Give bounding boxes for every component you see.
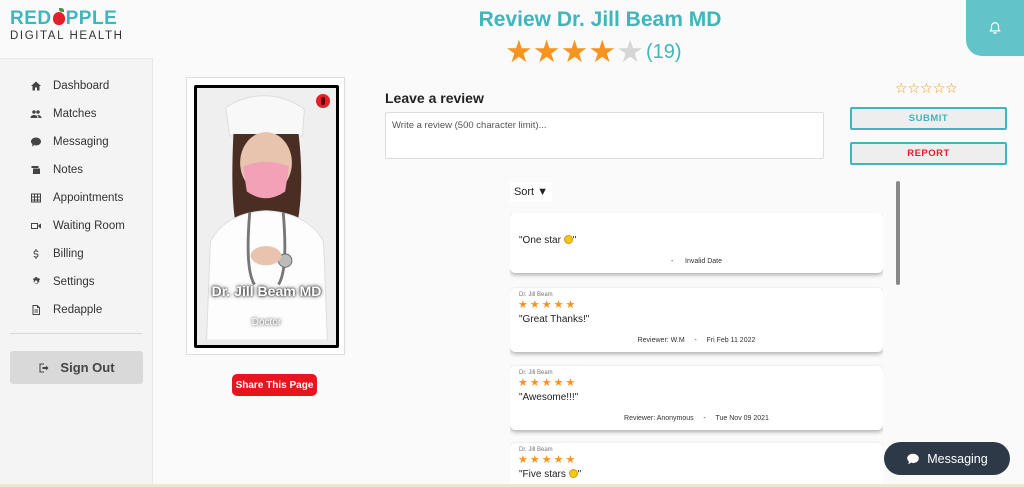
chat-icon <box>907 453 920 464</box>
dollar-icon <box>33 249 39 259</box>
logo-tagline: DIGITAL HEALTH <box>10 30 124 42</box>
emoji-icon <box>563 235 573 244</box>
sidebar-item-dashboard[interactable]: Dashboard <box>30 77 109 95</box>
sign-out-button[interactable]: Sign Out <box>10 351 143 384</box>
bell-icon <box>989 22 1001 34</box>
star-icon: ★ <box>588 34 617 70</box>
sidebar-item-billing[interactable]: Billing <box>30 245 84 263</box>
reviews-scrollbar[interactable] <box>896 181 900 285</box>
sidebar-item-messaging[interactable]: Messaging <box>30 133 109 151</box>
chat-icon <box>31 137 41 147</box>
document-icon <box>32 305 40 315</box>
star-outline-icon[interactable]: ☆ <box>933 82 946 96</box>
review-text: "Awesome!!!" <box>519 392 579 403</box>
record-badge <box>316 94 330 108</box>
home-icon <box>31 81 41 91</box>
sign-out-icon <box>39 363 49 372</box>
sidebar-item-waiting-room[interactable]: Waiting Room <box>30 217 125 235</box>
star-icon: ★ <box>505 34 533 70</box>
sidebar-item-redapple[interactable]: Redapple <box>30 301 102 319</box>
apple-icon <box>52 8 65 25</box>
review-card: Dr. Jill Beam ★ ★ ★ ★ ★ "Great Thanks!" Revi… <box>510 288 883 352</box>
messaging-button[interactable]: Messaging <box>884 442 1010 475</box>
sidebar-item-appointments[interactable]: Appointments <box>30 189 123 207</box>
profile-card: Dr. Jill Beam MD Doctor <box>186 77 345 355</box>
review-input[interactable] <box>385 112 824 159</box>
page-title: Review Dr. Jill Beam MD <box>478 8 722 31</box>
star-icon: ★ <box>532 34 561 70</box>
star-icon: ★ <box>560 34 589 70</box>
review-meta: Reviewer: Anonymous - Tue Nov 09 2021 <box>624 415 769 422</box>
review-card: "One star " - Invalid Date <box>510 213 883 273</box>
doctor-photo: Dr. Jill Beam MD Doctor <box>194 85 339 348</box>
review-stars: ★ ★ ★ ★ ★ <box>518 453 576 466</box>
share-page-button[interactable]: Share This Page <box>232 374 317 396</box>
review-meta: - Invalid Date <box>671 258 722 265</box>
star-outline-icon[interactable]: ☆ <box>920 82 933 96</box>
users-icon <box>30 110 42 118</box>
notifications-button[interactable] <box>966 0 1024 56</box>
doctor-role: Doctor <box>251 317 282 328</box>
notes-icon <box>31 166 40 174</box>
doctor-illustration <box>197 88 336 341</box>
review-text: "Great Thanks!" <box>519 314 590 325</box>
star-rating-selector[interactable]: ☆ ☆ ☆ ☆ ☆ <box>895 82 958 96</box>
submit-button[interactable]: SUBMIT <box>850 107 1007 130</box>
review-card: Dr. Jill Beam ★ ★ ★ ★ ★ "Awesome!!!" Reviewe… <box>510 366 883 430</box>
review-card: Dr. Jill Beam ★ ★ ★ ★ ★ "Five stars " <box>510 443 883 487</box>
leave-review-title: Leave a review <box>385 90 484 106</box>
doctor-name: Dr. Jill Beam MD <box>211 283 322 299</box>
review-count: (19) <box>645 40 682 63</box>
sidebar-item-notes[interactable]: Notes <box>30 161 83 179</box>
star-outline-icon[interactable]: ☆ <box>908 82 921 96</box>
sort-dropdown[interactable]: Sort ▼ <box>510 182 552 202</box>
overall-rating: ★ ★ ★ ★ ★ (19) <box>505 36 682 68</box>
logo-wordmark: RED PPLE <box>10 8 118 29</box>
sidebar-item-matches[interactable]: Matches <box>30 105 96 123</box>
star-empty-icon: ★ <box>616 34 644 70</box>
review-stars: ★ ★ ★ ★ ★ <box>518 298 576 311</box>
review-text: "One star " <box>519 235 577 246</box>
gear-icon <box>33 277 40 284</box>
review-meta: Reviewer: W.M - Fri Feb 11 2022 <box>637 337 756 344</box>
review-text: "Five stars " <box>519 469 582 480</box>
star-outline-icon[interactable]: ☆ <box>945 82 958 96</box>
video-icon <box>31 223 41 229</box>
review-stars: ★ ★ ★ ★ ★ <box>518 376 576 389</box>
emoji-icon <box>568 469 578 478</box>
reviews-list[interactable]: "One star " - Invalid Date Dr. Jill Beam… <box>510 213 883 487</box>
sidebar: Dashboard Matches Messaging Notes Appoin… <box>0 58 153 487</box>
logo[interactable]: RED PPLE DIGITAL HEALTH <box>10 8 140 48</box>
sidebar-item-settings[interactable]: Settings <box>30 273 95 291</box>
sidebar-divider <box>10 333 142 334</box>
report-button[interactable]: REPORT <box>850 142 1007 165</box>
star-outline-icon[interactable]: ☆ <box>895 82 908 96</box>
calendar-grid-icon <box>31 193 41 203</box>
